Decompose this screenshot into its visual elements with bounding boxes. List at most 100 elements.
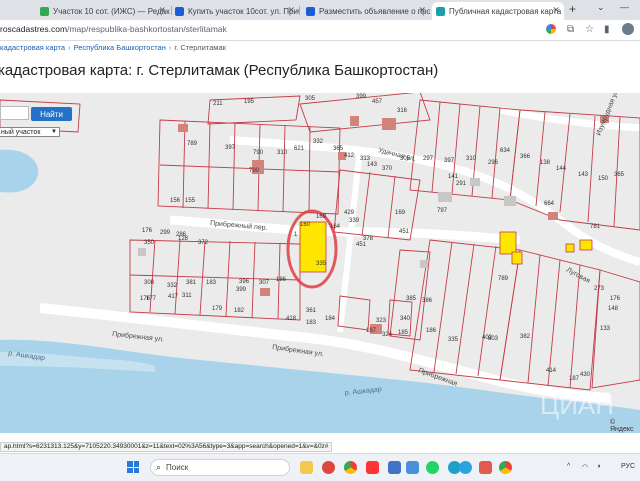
parcel-number[interactable]: 397 — [225, 145, 236, 151]
find-button[interactable]: Найти — [31, 107, 72, 121]
parcel-number[interactable]: 386 — [422, 298, 433, 304]
parcel-number[interactable]: 311 — [182, 293, 192, 299]
parcel-number[interactable]: 141 — [448, 174, 459, 180]
parcel-number[interactable]: 156 — [170, 198, 181, 204]
parcel-number[interactable]: 310 — [277, 150, 288, 156]
parcel-number[interactable]: 297 — [423, 156, 434, 162]
parcel-number[interactable]: 160 — [300, 222, 311, 228]
parcel-number[interactable]: 790 — [253, 150, 264, 156]
parcel-number[interactable]: 412 — [344, 153, 355, 159]
parcel-number[interactable]: 273 — [594, 286, 605, 292]
parcel-number[interactable]: 417 — [168, 294, 179, 300]
taskbar-search[interactable]: ⌕ Поиск — [150, 459, 290, 476]
parcel-number[interactable]: 664 — [544, 201, 555, 207]
parcel-number[interactable]: 184 — [325, 316, 336, 322]
parcel-number[interactable]: 150 — [598, 176, 609, 182]
sidebar-icon[interactable]: ▮ — [604, 24, 610, 35]
parcel-number[interactable]: 803 — [488, 336, 499, 342]
parcel-number[interactable]: 365 — [614, 172, 625, 178]
parcel-number[interactable]: 397 — [444, 158, 455, 164]
google-icon[interactable] — [546, 24, 556, 34]
parcel-number[interactable]: 307 — [259, 280, 270, 286]
parcel-number[interactable]: 148 — [608, 306, 619, 312]
parcel-number[interactable]: 332 — [313, 139, 324, 145]
whatsapp-icon[interactable] — [426, 461, 439, 474]
parcel-number[interactable]: 324 — [382, 332, 393, 338]
parcel-number[interactable]: 186 — [426, 328, 437, 334]
language-indicator[interactable]: РУС — [621, 463, 635, 470]
parcel-number[interactable]: 143 — [367, 162, 378, 168]
yandex-icon[interactable] — [366, 461, 379, 474]
parcel-number[interactable]: 340 — [400, 316, 411, 322]
parcel-number[interactable]: 399 — [236, 287, 247, 293]
parcel-number[interactable]: 305 — [305, 96, 316, 102]
parcel-number[interactable]: 183 — [306, 320, 317, 326]
parcel-number[interactable]: 396 — [239, 279, 250, 285]
parcel-number[interactable]: 316 — [397, 108, 408, 114]
bookmark-star-icon[interactable]: ☆ — [585, 24, 594, 35]
parcel-number[interactable]: 308 — [144, 280, 155, 286]
parcel-number[interactable]: 291 — [456, 181, 467, 187]
parcel-number[interactable]: 176 — [142, 228, 153, 234]
close-icon[interactable]: ✕ — [552, 5, 560, 16]
tab-0[interactable]: Участок 10 сот. (ИЖС) — Редак ✕ — [36, 2, 170, 20]
parcel-number[interactable]: 183 — [206, 280, 217, 286]
parcel-number[interactable]: 797 — [437, 208, 448, 214]
parcel-number[interactable]: 366 — [520, 154, 531, 160]
close-icon[interactable]: ✕ — [158, 5, 166, 16]
parcel-number[interactable]: 185 — [398, 330, 409, 336]
parcel-number[interactable]: 164 — [330, 224, 341, 230]
parcel-number[interactable]: 429 — [344, 210, 355, 216]
files-icon[interactable] — [388, 461, 401, 474]
breadcrumb-link[interactable]: кадастровая карта — [0, 43, 65, 52]
tab-1[interactable]: Купить участок 10сот. ул. Приб ✕ — [171, 2, 299, 20]
parcel-number[interactable]: 789 — [498, 276, 509, 282]
cadastral-map[interactable]: ЦИАН Прибрежный пер. Прибрежная ул. Приб… — [0, 93, 640, 433]
parcel-number[interactable]: 179 — [212, 306, 223, 312]
close-icon[interactable]: ✕ — [287, 5, 295, 16]
parcel-number[interactable]: 177 — [146, 296, 157, 302]
mail-icon[interactable] — [406, 461, 419, 474]
parcel-number[interactable]: 370 — [382, 166, 393, 172]
parcel-number[interactable]: 399 — [356, 94, 367, 100]
chrome-active-icon[interactable] — [499, 461, 512, 474]
app-icon[interactable] — [479, 461, 492, 474]
parcel-number[interactable]: 372 — [198, 240, 209, 246]
tray-chevron-icon[interactable]: ^ — [567, 463, 570, 470]
yandex-browser-icon[interactable] — [322, 461, 335, 474]
parcel-number[interactable]: 323 — [376, 318, 387, 324]
parcel-number[interactable]: 451 — [399, 229, 410, 235]
parcel-number[interactable]: 144 — [556, 166, 567, 172]
parcel-number[interactable]: 211 — [213, 101, 223, 107]
parcel-number[interactable]: 365 — [333, 146, 344, 152]
parcel-number[interactable]: 143 — [578, 172, 589, 178]
wifi-icon[interactable]: ◠ — [582, 463, 588, 471]
url-field[interactable]: roscadastres.com/map/respublika-bashkort… — [0, 24, 227, 34]
parcel-number[interactable]: 790 — [249, 168, 260, 174]
parcel-number[interactable]: 457 — [372, 99, 383, 105]
parcel-number[interactable]: 350 — [144, 240, 155, 246]
parcel-number[interactable]: 335 — [316, 261, 327, 267]
tab-search-icon[interactable]: ⌄ — [597, 2, 605, 13]
parcel-number[interactable]: 310 — [466, 156, 477, 162]
parcel-number[interactable]: 176 — [610, 296, 621, 302]
parcel-number[interactable]: 418 — [286, 316, 297, 322]
tab-3[interactable]: Публичная кадастровая карта ✕ — [432, 2, 564, 20]
parcel-number[interactable]: 382 — [520, 334, 531, 340]
parcel-number[interactable]: 155 — [185, 198, 196, 204]
parcel-number[interactable]: 789 — [187, 141, 198, 147]
parcel-number[interactable]: 133 — [600, 326, 611, 332]
map-search-input[interactable] — [0, 106, 29, 120]
parcel-number[interactable]: 169 — [316, 214, 327, 220]
profile-avatar[interactable] — [622, 23, 634, 35]
map-attribution[interactable]: © Яндекс — [610, 419, 640, 433]
parcel-number[interactable]: 781 — [590, 224, 601, 230]
breadcrumb-link[interactable]: Республика Башкортостан — [74, 43, 166, 52]
parcel-number[interactable]: 414 — [546, 368, 557, 374]
parcel-number[interactable]: 339 — [349, 218, 360, 224]
parcel-number[interactable]: 361 — [306, 308, 317, 314]
new-tab-button[interactable]: + — [569, 2, 576, 16]
close-icon[interactable]: ✕ — [418, 5, 426, 16]
file-explorer-icon[interactable] — [300, 461, 313, 474]
parcel-number[interactable]: 621 — [294, 146, 305, 152]
